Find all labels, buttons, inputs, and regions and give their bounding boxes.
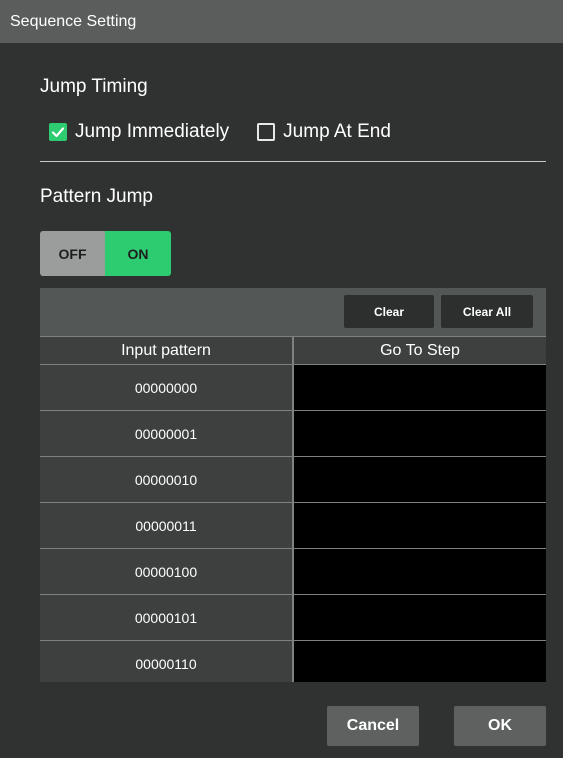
check-icon: [51, 127, 65, 138]
go-to-step-cell[interactable]: [294, 457, 546, 502]
go-to-step-cell[interactable]: [294, 549, 546, 594]
header-input-pattern: Input pattern: [40, 337, 294, 364]
table-row[interactable]: 00000000: [40, 365, 546, 411]
pattern-table: Clear Clear All Input pattern Go To Step…: [40, 288, 546, 682]
pattern-jump-toggle[interactable]: OFF ON: [40, 231, 171, 276]
jump-timing-title: Jump Timing: [40, 76, 148, 97]
table-row[interactable]: 00000011: [40, 503, 546, 549]
go-to-step-cell[interactable]: [294, 641, 546, 682]
ok-button[interactable]: OK: [454, 706, 546, 746]
input-pattern-cell: 00000001: [40, 411, 294, 456]
toggle-off-option[interactable]: OFF: [40, 231, 105, 276]
jump-timing-options: Jump Immediately Jump At End: [49, 119, 419, 145]
table-row[interactable]: 00000001: [40, 411, 546, 457]
jump-at-end-label[interactable]: Jump At End: [283, 121, 391, 143]
dialog-title-bar: Sequence Setting: [0, 0, 563, 43]
section-divider: [40, 161, 546, 162]
table-toolbar: Clear Clear All: [40, 288, 546, 336]
table-row[interactable]: 00000101: [40, 595, 546, 641]
table-row[interactable]: 00000010: [40, 457, 546, 503]
toggle-on-option[interactable]: ON: [105, 231, 171, 276]
go-to-step-cell[interactable]: [294, 411, 546, 456]
dialog-title: Sequence Setting: [10, 12, 137, 30]
input-pattern-cell: 00000011: [40, 503, 294, 548]
table-row[interactable]: 00000110: [40, 641, 546, 682]
pattern-jump-title: Pattern Jump: [40, 186, 153, 207]
input-pattern-cell: 00000100: [40, 549, 294, 594]
cancel-button[interactable]: Cancel: [327, 706, 419, 746]
clear-all-button[interactable]: Clear All: [441, 295, 533, 328]
go-to-step-cell[interactable]: [294, 503, 546, 548]
input-pattern-cell: 00000010: [40, 457, 294, 502]
header-go-to-step: Go To Step: [380, 341, 460, 359]
go-to-step-cell[interactable]: [294, 595, 546, 640]
input-pattern-cell: 00000000: [40, 365, 294, 410]
clear-button[interactable]: Clear: [344, 295, 434, 328]
input-pattern-cell: 00000110: [40, 641, 294, 682]
go-to-step-cell[interactable]: [294, 365, 546, 410]
table-row[interactable]: 00000100: [40, 549, 546, 595]
jump-at-end-checkbox[interactable]: [257, 123, 276, 141]
input-pattern-cell: 00000101: [40, 595, 294, 640]
table-body[interactable]: 00000000 00000001 00000010 00000011 00000100…: [40, 365, 546, 682]
jump-immediately-label[interactable]: Jump Immediately: [75, 121, 229, 143]
jump-immediately-checkbox[interactable]: [49, 123, 67, 141]
table-header: Input pattern Go To Step: [40, 336, 546, 365]
